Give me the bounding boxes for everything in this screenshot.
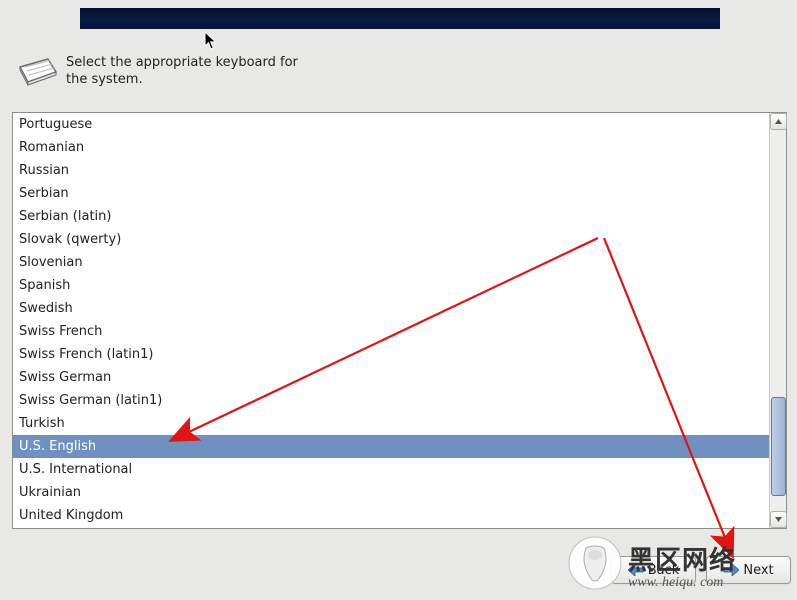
- keyboard-option[interactable]: Slovak (qwerty): [13, 228, 769, 251]
- arrow-right-icon: [723, 564, 739, 576]
- scrollbar-down-button[interactable]: [770, 511, 787, 528]
- keyboard-option[interactable]: Portuguese: [13, 113, 769, 136]
- next-button-label: Next: [743, 563, 773, 578]
- keyboard-option[interactable]: Serbian: [13, 182, 769, 205]
- keyboard-option[interactable]: U.S. International: [13, 458, 769, 481]
- keyboard-option[interactable]: United Kingdom: [13, 504, 769, 527]
- keyboard-option[interactable]: Swiss French (latin1): [13, 343, 769, 366]
- header-banner: [80, 8, 720, 29]
- keyboard-option[interactable]: Russian: [13, 159, 769, 182]
- back-button[interactable]: Back: [611, 556, 696, 584]
- watermark-logo-icon: [568, 536, 622, 590]
- chevron-down-icon: [775, 517, 782, 522]
- keyboard-listbox[interactable]: PortugueseRomanianRussianSerbianSerbian …: [13, 113, 769, 528]
- instruction-text: Select the appropriate keyboard for the …: [66, 55, 306, 89]
- keyboard-option[interactable]: Romanian: [13, 136, 769, 159]
- chevron-up-icon: [775, 119, 782, 124]
- scrollbar[interactable]: [769, 113, 786, 528]
- keyboard-option[interactable]: Swiss German (latin1): [13, 389, 769, 412]
- back-button-label: Back: [648, 563, 680, 578]
- keyboard-option[interactable]: Swiss German: [13, 366, 769, 389]
- navigation-buttons: Back Next: [611, 556, 791, 584]
- scrollbar-up-button[interactable]: [770, 113, 787, 130]
- keyboard-option[interactable]: Swiss French: [13, 320, 769, 343]
- scrollbar-thumb[interactable]: [771, 397, 786, 496]
- keyboard-option[interactable]: Swedish: [13, 297, 769, 320]
- keyboard-listbox-container: PortugueseRomanianRussianSerbianSerbian …: [12, 112, 787, 529]
- keyboard-icon: [16, 54, 58, 88]
- keyboard-option[interactable]: Serbian (latin): [13, 205, 769, 228]
- next-button[interactable]: Next: [706, 556, 791, 584]
- keyboard-option[interactable]: Ukrainian: [13, 481, 769, 504]
- scrollbar-track[interactable]: [770, 130, 787, 511]
- keyboard-option[interactable]: Spanish: [13, 274, 769, 297]
- keyboard-option[interactable]: Slovenian: [13, 251, 769, 274]
- mouse-cursor-icon: [204, 31, 218, 51]
- keyboard-option[interactable]: Turkish: [13, 412, 769, 435]
- arrow-left-icon: [628, 564, 644, 576]
- keyboard-option[interactable]: U.S. English: [13, 435, 769, 458]
